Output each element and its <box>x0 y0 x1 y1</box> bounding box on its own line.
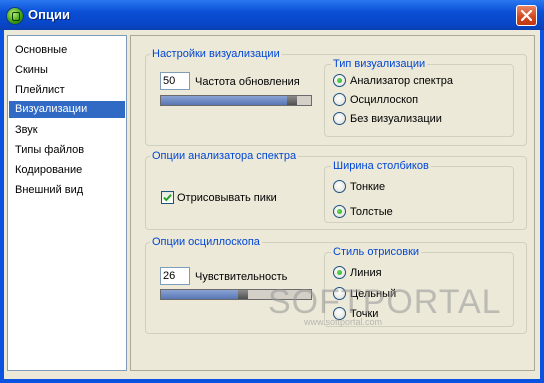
sidebar-item-file-types[interactable]: Типы файлов <box>9 142 125 159</box>
radio-label-oscilloscope: Осциллоскоп <box>350 94 419 106</box>
close-icon <box>521 10 532 21</box>
category-list[interactable]: Основные Скины Плейлист Визуализации Зву… <box>7 35 127 371</box>
sensitivity-slider-thumb[interactable] <box>238 290 248 299</box>
sidebar-item-sound[interactable]: Звук <box>9 122 125 139</box>
close-button[interactable] <box>516 5 537 26</box>
draw-style-title: Стиль отрисовки <box>331 245 422 259</box>
radio-label-thick: Толстые <box>350 206 393 218</box>
visualization-settings-title: Настройки визуализации <box>150 47 282 61</box>
refresh-rate-label: Частота обновления <box>195 76 300 88</box>
visualization-type-group: Тип визуализации Анализатор спектра Осци… <box>324 57 514 137</box>
radio-label-no-visualization: Без визуализации <box>350 113 442 125</box>
sensitivity-label: Чувствительность <box>195 271 288 283</box>
radio-label-spectrum-analyzer: Анализатор спектра <box>350 75 454 87</box>
radio-label-thin: Тонкие <box>350 181 386 193</box>
bar-width-title: Ширина столбиков <box>331 159 431 173</box>
sensitivity-slider-fill <box>161 290 238 299</box>
radio-line[interactable] <box>333 266 346 279</box>
radio-no-visualization[interactable] <box>333 112 346 125</box>
oscilloscope-options-title: Опции осциллоскопа <box>150 235 262 249</box>
radio-thin[interactable] <box>333 180 346 193</box>
spectrum-options-title: Опции анализатора спектра <box>150 149 299 163</box>
radio-oscilloscope[interactable] <box>333 93 346 106</box>
sidebar-item-general[interactable]: Основные <box>9 42 125 59</box>
sensitivity-input[interactable]: 26 <box>160 267 190 285</box>
radio-spectrum-analyzer[interactable] <box>333 74 346 87</box>
window-title: Опции <box>28 7 70 22</box>
radio-label-line: Линия <box>350 267 382 279</box>
refresh-rate-input[interactable]: 50 <box>160 72 190 90</box>
sidebar-item-playlist[interactable]: Плейлист <box>9 82 125 99</box>
draw-peaks-checkbox[interactable] <box>161 191 174 204</box>
sidebar-item-skins[interactable]: Скины <box>9 62 125 79</box>
radio-thick[interactable] <box>333 205 346 218</box>
refresh-rate-slider-fill <box>161 96 287 105</box>
options-window: Опции Основные Скины Плейлист Визуализац… <box>0 0 544 383</box>
bar-width-group: Ширина столбиков Тонкие Толстые <box>324 159 514 223</box>
sidebar-item-visualizations[interactable]: Визуализации <box>9 101 125 118</box>
visualization-settings-group: Настройки визуализации 50 Частота обновл… <box>145 47 527 146</box>
watermark-url: www.softportal.com <box>304 317 383 327</box>
dialog-body: Основные Скины Плейлист Визуализации Зву… <box>4 30 540 379</box>
sidebar-item-appearance[interactable]: Внешний вид <box>9 182 125 199</box>
checkmark-icon <box>163 194 172 202</box>
visualization-type-title: Тип визуализации <box>331 57 428 71</box>
app-icon <box>7 8 23 24</box>
title-bar[interactable]: Опции <box>0 0 544 30</box>
draw-peaks-label: Отрисовывать пики <box>177 192 277 204</box>
refresh-rate-slider[interactable] <box>160 95 312 106</box>
refresh-rate-slider-thumb[interactable] <box>287 96 297 105</box>
sidebar-item-encoding[interactable]: Кодирование <box>9 162 125 179</box>
spectrum-options-group: Опции анализатора спектра Отрисовывать п… <box>145 149 527 230</box>
